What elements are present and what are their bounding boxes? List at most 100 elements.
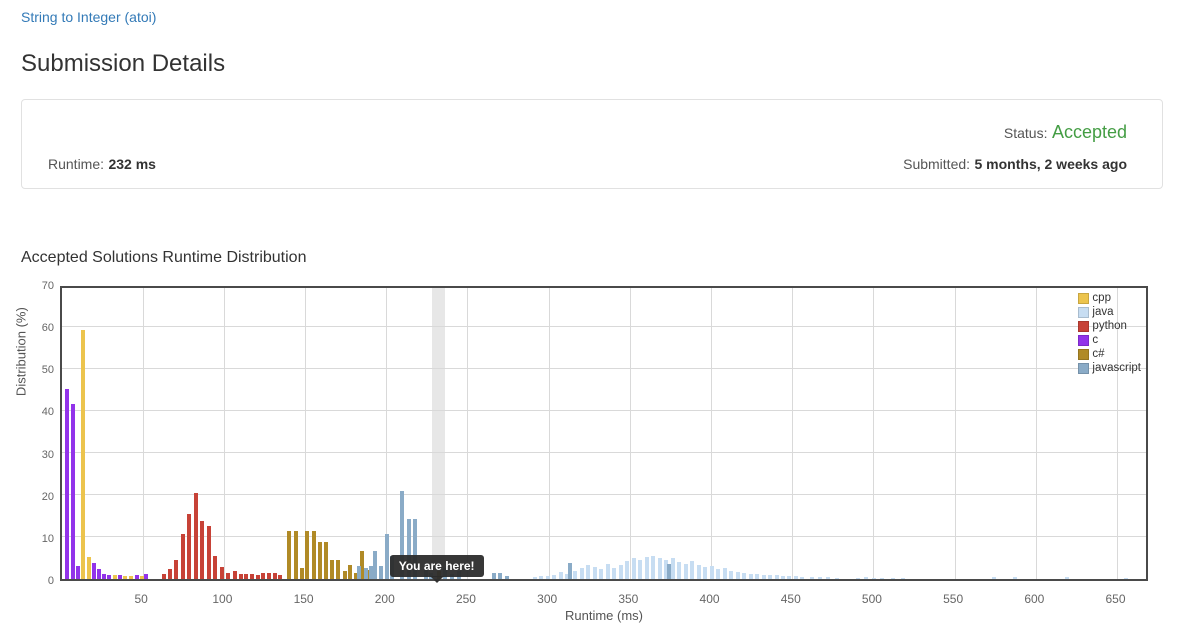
bar-java-472ms <box>826 577 831 579</box>
bar-java-348ms <box>625 560 630 579</box>
bar-python-82.5ms <box>193 493 198 579</box>
legend-label: c <box>1092 334 1099 346</box>
bar-java-440ms <box>774 575 779 579</box>
bar-cpp-13ms <box>81 329 86 579</box>
bar-java-324ms <box>586 565 591 579</box>
grid-line-y-50 <box>62 367 1146 369</box>
bar-javascript-274ms <box>504 575 509 579</box>
y-tick-label-70: 70 <box>41 280 54 292</box>
bar-java-495ms <box>863 577 868 579</box>
bar-javascript-183ms <box>357 566 362 579</box>
bar-python-70.5ms <box>174 559 179 579</box>
bar-javascript-190ms <box>368 566 373 579</box>
legend-swatch-icon <box>1078 306 1090 318</box>
legend-label: cpp <box>1092 292 1111 304</box>
bar-java-462ms <box>810 577 815 579</box>
y-axis-title: Distribution (%) <box>13 307 29 397</box>
bar-java-388ms <box>690 561 695 579</box>
grid-line-x-300 <box>548 288 550 579</box>
tooltip-text: You are here! <box>398 559 475 573</box>
bar-java-328ms <box>592 566 597 579</box>
chart-title: Accepted Solutions Runtime Distribution <box>21 249 307 266</box>
bar-c-29ms <box>107 574 112 579</box>
x-tick-label-600: 600 <box>1024 592 1045 606</box>
x-tick-label-300: 300 <box>537 592 558 606</box>
bar-c#-151ms <box>305 531 310 579</box>
legend-swatch-icon <box>1078 320 1090 332</box>
runtime-row: Runtime: 232 ms <box>48 156 156 174</box>
bar-java-344ms <box>618 564 623 579</box>
bar-java-424ms <box>748 573 753 579</box>
bar-java-467ms <box>818 577 823 579</box>
legend-swatch-icon <box>1078 348 1090 360</box>
bar-python-78.5ms <box>187 514 192 579</box>
bar-java-316ms <box>573 571 578 579</box>
bar-python-117ms <box>249 574 254 579</box>
legend-swatch-icon <box>1078 334 1090 346</box>
bar-c#-159ms <box>318 541 323 579</box>
bar-java-574ms <box>992 577 997 579</box>
bar-c#-174ms <box>342 570 347 579</box>
bar-javascript-187ms <box>363 568 368 579</box>
grid-line-x-600 <box>1035 288 1037 579</box>
x-tick-label-350: 350 <box>618 592 639 606</box>
bar-javascript-270ms <box>498 572 503 579</box>
submitted-label: Submitted: <box>903 156 971 172</box>
bar-java-505ms <box>880 577 885 579</box>
bar-java-408ms <box>722 567 727 579</box>
runtime-value: 232 ms <box>108 156 156 172</box>
bar-c-46ms <box>134 574 139 579</box>
bar-javascript-374ms <box>667 564 672 579</box>
legend-item-python[interactable]: python <box>1078 320 1141 332</box>
runtime-label: Runtime: <box>48 156 105 172</box>
legend-item-c[interactable]: c <box>1078 334 1141 346</box>
bar-c-6.5ms <box>70 404 75 579</box>
bar-java-452ms <box>793 576 798 579</box>
bar-java-303ms <box>552 574 557 579</box>
bar-python-124ms <box>261 572 266 579</box>
submitted-value: 5 months, 2 weeks ago <box>974 156 1128 172</box>
grid-line-x-250 <box>467 288 469 579</box>
bar-java-356ms <box>638 559 643 579</box>
bar-java-518ms <box>901 577 906 579</box>
y-tick-label-40: 40 <box>41 406 54 419</box>
grid-line-x-350 <box>629 288 631 579</box>
bar-java-299ms <box>545 576 550 579</box>
y-tick-label-60: 60 <box>41 322 54 335</box>
bar-c-22.5ms <box>96 569 101 579</box>
bar-java-456ms <box>800 576 805 579</box>
legend-item-java[interactable]: java <box>1078 306 1141 318</box>
bar-c#-177.5ms <box>348 565 353 579</box>
legend-item-cpp[interactable]: cpp <box>1078 292 1141 304</box>
grid-line-y-20 <box>62 494 1146 496</box>
grid-line-x-500 <box>873 288 875 579</box>
bar-java-416ms <box>735 572 740 579</box>
x-tick-label-100: 100 <box>212 592 233 606</box>
bar-c-3ms <box>64 388 69 579</box>
bar-java-412ms <box>729 570 734 579</box>
bar-java-307ms <box>558 572 563 579</box>
bar-c-36ms <box>118 575 123 579</box>
legend-swatch-icon <box>1078 292 1090 304</box>
x-axis-title: Runtime (ms) <box>564 608 643 623</box>
bar-java-404ms <box>716 569 721 579</box>
problem-link[interactable]: String to Integer (atoi) <box>21 9 156 25</box>
bar-java-360ms <box>644 557 649 579</box>
bar-java-477ms <box>834 577 839 579</box>
bar-python-106.5ms <box>232 571 237 579</box>
x-tick-label-250: 250 <box>455 592 476 606</box>
legend-item-csharp[interactable]: c# <box>1078 348 1141 360</box>
bar-python-74.5ms <box>180 533 185 579</box>
legend-item-javascript[interactable]: javascript <box>1078 362 1141 374</box>
bar-java-320ms <box>579 568 584 579</box>
bar-c-26ms <box>102 573 107 579</box>
legend-label: javascript <box>1092 362 1141 374</box>
grid-line-x-100 <box>223 288 225 579</box>
bar-java-490ms <box>855 577 860 579</box>
legend-swatch-icon <box>1078 362 1090 374</box>
bar-c#-147.5ms <box>299 568 304 579</box>
bar-python-110ms <box>238 573 243 579</box>
bar-javascript-266ms <box>491 572 496 579</box>
grid-line-y-40 <box>62 409 1146 411</box>
bar-python-98.5ms <box>219 567 224 579</box>
